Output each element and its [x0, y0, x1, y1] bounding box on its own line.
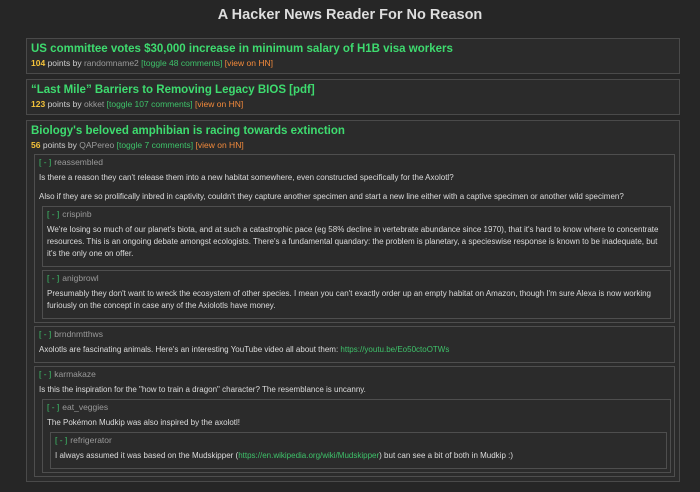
- comment-text: Axolotls are fascinating animals. Here's…: [39, 344, 671, 356]
- story-item: Biology's beloved amphibian is racing to…: [26, 120, 680, 482]
- story-author[interactable]: randomname2: [84, 58, 139, 68]
- comment-text: Is this the inspiration for the "how to …: [39, 385, 366, 394]
- collapse-comment-button[interactable]: [ - ]: [47, 402, 59, 412]
- wikipedia-link[interactable]: https://en.wikipedia.org/wiki/Mudskipper: [238, 451, 379, 460]
- toggle-comments-button[interactable]: [toggle 107 comments]: [107, 99, 193, 109]
- story-meta: 56 points by QAPereo [toggle 7 comments]…: [31, 139, 675, 151]
- collapse-comment-button[interactable]: [ - ]: [55, 435, 67, 445]
- comment: [ - ] reassembled Is there a reason they …: [34, 154, 675, 323]
- story-item: US committee votes $30,000 increase in m…: [26, 38, 680, 74]
- collapse-comment-button[interactable]: [ - ]: [39, 369, 51, 379]
- comment-text: The Pokémon Mudkip was also inspired by …: [47, 418, 240, 427]
- comment-text: Presumably they don't want to wreck the …: [47, 289, 652, 310]
- view-on-hn-link[interactable]: [view on HN]: [225, 58, 273, 68]
- story-meta: 123 points by okket [toggle 107 comments…: [31, 98, 675, 110]
- comment-text: I always assumed it was based on the Mud…: [55, 450, 663, 462]
- youtube-link[interactable]: https://youtu.be/Eo50ctoOTWs: [340, 345, 449, 354]
- comment-text-part: ) but can see a bit of both in Mudkip :): [379, 451, 514, 460]
- collapse-comment-button[interactable]: [ - ]: [47, 209, 59, 219]
- comment-author[interactable]: eat_veggies: [62, 402, 108, 412]
- comment: [ - ] karmakaze Is this the inspiration f…: [34, 366, 675, 477]
- comment-author[interactable]: karmakaze: [54, 369, 96, 379]
- comment-author[interactable]: refrigerator: [70, 435, 112, 445]
- comment-reply: [ - ] eat_veggies The Pokémon Mudkip was …: [42, 399, 671, 473]
- view-on-hn-link[interactable]: [view on HN]: [195, 99, 243, 109]
- comment-header: [ - ] crispinb: [47, 208, 667, 220]
- points-by-label: points by: [47, 99, 82, 109]
- comment-thread: [ - ] reassembled Is there a reason they …: [31, 154, 675, 477]
- comment-author[interactable]: reassembled: [54, 157, 103, 167]
- view-on-hn-link[interactable]: [view on HN]: [196, 140, 244, 150]
- comment-reply: [ - ] refrigerator I always assumed it wa…: [50, 432, 667, 469]
- comment-text-part: Axolotls are fascinating animals. Here's…: [39, 345, 341, 354]
- comment-reply: [ - ] crispinb We're losing so much of ou…: [42, 206, 671, 267]
- points-by-label: points by: [47, 58, 82, 68]
- story-title-link[interactable]: “Last Mile” Barriers to Removing Legacy …: [31, 83, 675, 98]
- comment-header: [ - ] refrigerator: [55, 434, 663, 446]
- story-points: 123: [31, 99, 46, 109]
- comment-header: [ - ] reassembled: [39, 156, 671, 168]
- comment-author[interactable]: crispinb: [62, 209, 91, 219]
- comment-author[interactable]: anigbrowl: [62, 273, 98, 283]
- collapse-comment-button[interactable]: [ - ]: [39, 157, 51, 167]
- comment-author[interactable]: brndnmtthws: [54, 329, 103, 339]
- toggle-comments-button[interactable]: [toggle 48 comments]: [141, 58, 222, 68]
- comment-text: We're losing so much of our planet's bio…: [47, 225, 659, 258]
- comment-header: [ - ] eat_veggies: [47, 401, 667, 413]
- collapse-comment-button[interactable]: [ - ]: [47, 273, 59, 283]
- story-author[interactable]: QAPereo: [79, 140, 114, 150]
- comment-text: Is there a reason they can't release the…: [39, 173, 454, 182]
- story-points: 56: [31, 140, 41, 150]
- story-title-link[interactable]: US committee votes $30,000 increase in m…: [31, 42, 675, 57]
- points-by-label: points by: [42, 140, 77, 150]
- comment-header: [ - ] anigbrowl: [47, 272, 667, 284]
- toggle-comments-button[interactable]: [toggle 7 comments]: [117, 140, 194, 150]
- story-author[interactable]: okket: [84, 99, 104, 109]
- story-title-link[interactable]: Biology's beloved amphibian is racing to…: [31, 124, 675, 139]
- story-item: “Last Mile” Barriers to Removing Legacy …: [26, 79, 680, 115]
- story-points: 104: [31, 58, 46, 68]
- comment-reply: [ - ] anigbrowl Presumably they don't wan…: [42, 270, 671, 319]
- reader-page: A Hacker News Reader For No Reason US co…: [0, 0, 700, 492]
- story-meta: 104 points by randomname2 [toggle 48 com…: [31, 57, 675, 69]
- comment-text: Also if they are so prolifically inbred …: [39, 192, 624, 201]
- comment: [ - ] brndnmtthws Axolotls are fascinatin…: [34, 326, 675, 363]
- comment-text-part: I always assumed it was based on the Mud…: [55, 451, 239, 460]
- collapse-comment-button[interactable]: [ - ]: [39, 329, 51, 339]
- page-title: A Hacker News Reader For No Reason: [217, 7, 483, 23]
- comment-header: [ - ] brndnmtthws: [39, 328, 671, 340]
- comment-header: [ - ] karmakaze: [39, 368, 671, 380]
